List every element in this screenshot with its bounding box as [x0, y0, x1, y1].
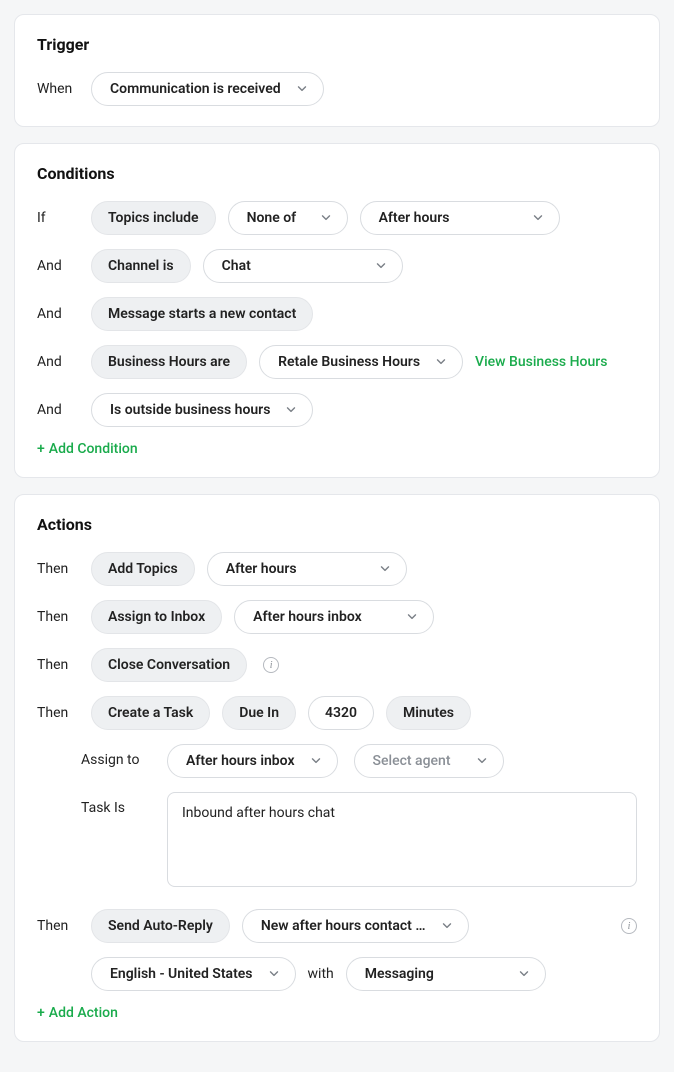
condition-row-4: And Business Hours are Retale Business H…	[37, 345, 637, 379]
chevron-down-icon	[374, 259, 388, 273]
chevron-down-icon	[284, 403, 298, 417]
add-action-row: +Add Action	[37, 1005, 637, 1021]
condition-bh-select[interactable]: Retale Business Hours	[259, 345, 463, 379]
actions-card: Actions Then Add Topics After hours Then…	[14, 494, 660, 1042]
autoreply-template-select[interactable]: New after hours contact …	[242, 909, 469, 943]
action-row-3: Then Close Conversation i	[37, 648, 637, 682]
if-label: If	[37, 210, 79, 226]
chevron-down-icon	[319, 211, 333, 225]
condition-chip-bh[interactable]: Business Hours are	[91, 345, 247, 379]
and-label: And	[37, 306, 79, 322]
assign-inbox-value: After hours inbox	[186, 753, 295, 769]
chevron-down-icon	[378, 562, 392, 576]
condition-value-select[interactable]: After hours	[360, 201, 560, 235]
add-condition-row: +Add Condition	[37, 441, 637, 457]
assign-to-label: Assign to	[81, 744, 151, 768]
then-label: Then	[37, 705, 79, 721]
condition-chip-channel[interactable]: Channel is	[91, 249, 191, 283]
chevron-down-icon	[309, 754, 323, 768]
condition-row-1: If Topics include None of After hours	[37, 201, 637, 235]
actions-title: Actions	[37, 515, 637, 534]
due-value-input[interactable]: 4320	[308, 696, 374, 730]
autoreply-locale-value: English - United States	[110, 966, 253, 982]
assign-to-row: Assign to After hours inbox Select agent	[81, 744, 637, 778]
action-topics-value: After hours	[226, 561, 297, 577]
condition-chip-topics[interactable]: Topics include	[91, 201, 216, 235]
add-action-button[interactable]: +Add Action	[37, 1005, 118, 1021]
chevron-down-icon	[295, 82, 309, 96]
condition-outside-bh-select[interactable]: Is outside business hours	[91, 393, 313, 427]
action-row-1: Then Add Topics After hours	[37, 552, 637, 586]
then-label: Then	[37, 657, 79, 673]
trigger-event-value: Communication is received	[110, 81, 281, 97]
task-is-label: Task Is	[81, 792, 151, 816]
action-row-5b: English - United States with Messaging	[91, 957, 637, 991]
autoreply-channel-value: Messaging	[365, 966, 434, 982]
action-row-2: Then Assign to Inbox After hours inbox	[37, 600, 637, 634]
with-label: with	[308, 966, 334, 982]
info-icon[interactable]: i	[263, 657, 279, 673]
info-icon[interactable]: i	[621, 918, 637, 934]
assign-inbox-select[interactable]: After hours inbox	[167, 744, 338, 778]
action-chip-duein[interactable]: Due In	[222, 696, 296, 730]
plus-icon: +	[37, 1005, 45, 1021]
trigger-row: When Communication is received	[37, 72, 637, 106]
conditions-title: Conditions	[37, 164, 637, 183]
action-row-5: Then Send Auto-Reply New after hours con…	[37, 909, 637, 943]
condition-row-3: And Message starts a new contact	[37, 297, 637, 331]
add-condition-button[interactable]: +Add Condition	[37, 441, 138, 457]
assign-agent-select[interactable]: Select agent	[354, 744, 504, 778]
then-label: Then	[37, 609, 79, 625]
condition-op-select[interactable]: None of	[228, 201, 348, 235]
condition-outside-bh-value: Is outside business hours	[110, 402, 270, 418]
autoreply-channel-select[interactable]: Messaging	[346, 957, 546, 991]
chevron-down-icon	[267, 967, 281, 981]
assign-agent-placeholder: Select agent	[373, 753, 451, 769]
condition-row-2: And Channel is Chat	[37, 249, 637, 283]
chevron-down-icon	[531, 211, 545, 225]
condition-bh-value: Retale Business Hours	[278, 354, 420, 370]
then-label: Then	[37, 918, 79, 934]
action-chip-assigninbox[interactable]: Assign to Inbox	[91, 600, 222, 634]
condition-op-value: None of	[247, 210, 297, 226]
condition-row-5: And Is outside business hours	[37, 393, 637, 427]
condition-value: After hours	[379, 210, 450, 226]
action-inbox-select[interactable]: After hours inbox	[234, 600, 434, 634]
action-chip-addtopics[interactable]: Add Topics	[91, 552, 195, 586]
chevron-down-icon	[475, 754, 489, 768]
plus-icon: +	[37, 441, 45, 457]
and-label: And	[37, 258, 79, 274]
condition-channel-value: Chat	[222, 258, 251, 274]
action-chip-autoreply[interactable]: Send Auto-Reply	[91, 909, 230, 943]
action-chip-close[interactable]: Close Conversation	[91, 648, 247, 682]
action-chip-unit[interactable]: Minutes	[386, 696, 471, 730]
trigger-card: Trigger When Communication is received	[14, 14, 660, 127]
trigger-event-select[interactable]: Communication is received	[91, 72, 324, 106]
condition-chip-newcontact[interactable]: Message starts a new contact	[91, 297, 313, 331]
and-label: And	[37, 402, 79, 418]
chevron-down-icon	[440, 919, 454, 933]
conditions-card: Conditions If Topics include None of Aft…	[14, 143, 660, 478]
action-topics-select[interactable]: After hours	[207, 552, 407, 586]
action-inbox-value: After hours inbox	[253, 609, 362, 625]
chevron-down-icon	[405, 610, 419, 624]
view-business-hours-link[interactable]: View Business Hours	[475, 354, 607, 370]
then-label: Then	[37, 561, 79, 577]
and-label: And	[37, 354, 79, 370]
autoreply-template-value: New after hours contact …	[261, 918, 426, 934]
action-chip-createtask[interactable]: Create a Task	[91, 696, 210, 730]
task-textarea[interactable]	[167, 792, 637, 887]
task-is-row: Task Is	[81, 792, 637, 887]
condition-channel-select[interactable]: Chat	[203, 249, 403, 283]
autoreply-locale-select[interactable]: English - United States	[91, 957, 296, 991]
trigger-title: Trigger	[37, 35, 637, 54]
action-row-4: Then Create a Task Due In 4320 Minutes	[37, 696, 637, 730]
chevron-down-icon	[517, 967, 531, 981]
when-label: When	[37, 81, 79, 97]
chevron-down-icon	[434, 355, 448, 369]
